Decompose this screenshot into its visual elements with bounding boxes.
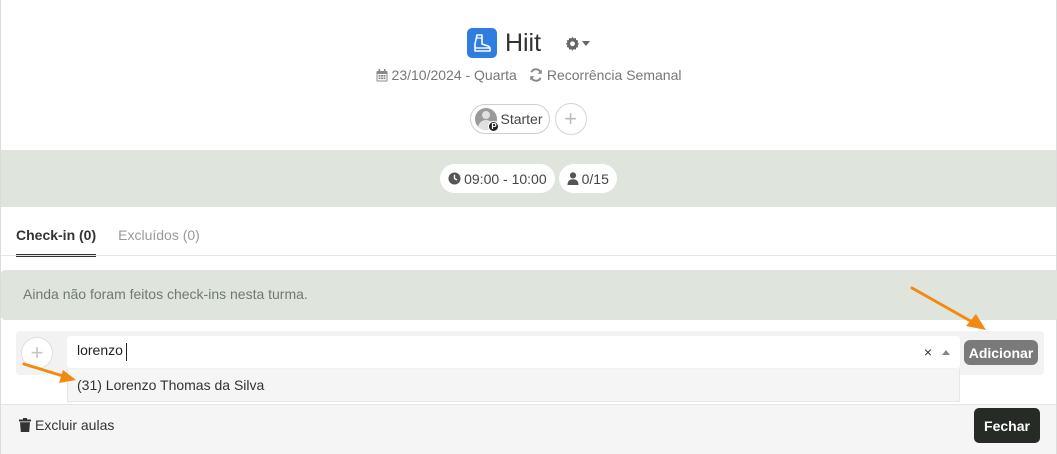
plan-chips: P Starter + [1,103,1056,135]
time-range-pill: 09:00 - 10:00 [440,164,555,193]
capacity-pill: 0/15 [558,164,617,193]
student-select[interactable]: × [67,336,960,368]
chevron-up-icon[interactable] [942,350,950,355]
clear-search-icon[interactable]: × [924,344,932,360]
user-icon [567,172,579,185]
text-cursor [126,343,127,361]
class-meta: 23/10/2024 - Quarta Recorrência Semanal [1,67,1056,83]
class-date: 23/10/2024 - Quarta [376,67,517,83]
checkin-tabs: Check-in (0) Excluídos (0) [16,218,222,257]
session-info-band: 09:00 - 10:00 0/15 [1,150,1056,207]
modal-footer: Excluir aulas Fechar [1,405,1056,454]
delete-classes-button[interactable]: Excluir aulas [19,417,114,433]
add-plan-button[interactable]: + [554,103,587,135]
student-dropdown: (31) Lorenzo Thomas da Silva [67,369,960,402]
student-search-input[interactable] [77,342,897,358]
plan-badge: P [488,120,500,132]
class-recurrence-text: Recorrência Semanal [546,67,682,83]
title-row: Hiit [1,28,1056,58]
plan-chip-starter[interactable]: P Starter [470,104,550,134]
class-date-text: 23/10/2024 - Quarta [391,67,517,83]
boot-icon [466,28,497,58]
class-recurrence: Recorrência Semanal [529,67,682,83]
dropdown-option[interactable]: (31) Lorenzo Thomas da Silva [68,369,959,401]
tabs-divider [1,255,1056,256]
refresh-icon [530,68,542,82]
close-button[interactable]: Fechar [974,408,1040,443]
settings-menu-button[interactable] [565,36,591,51]
class-modal: Hiit 23/10/2024 - Quarta Recorrência Sem… [0,0,1057,454]
add-student-plus-button[interactable]: + [21,337,53,369]
plan-chip-label: Starter [500,111,543,127]
tab-excluded[interactable]: Excluídos (0) [118,218,200,257]
add-student-button[interactable]: Adicionar [964,340,1038,365]
empty-checkins-alert: Ainda não foram feitos check-ins nesta t… [1,270,1057,320]
gear-icon [565,36,580,51]
class-title: Hiit [504,28,542,57]
calendar-icon [376,68,388,81]
clock-icon [448,172,461,185]
chevron-down-icon [582,40,591,46]
delete-classes-label: Excluir aulas [35,417,115,433]
plus-icon: + [30,340,44,365]
tab-checkin[interactable]: Check-in (0) [16,218,97,257]
time-range-text: 09:00 - 10:00 [464,170,547,187]
trash-icon [19,418,31,432]
plus-icon: + [564,106,577,131]
capacity-text: 0/15 [581,170,609,187]
